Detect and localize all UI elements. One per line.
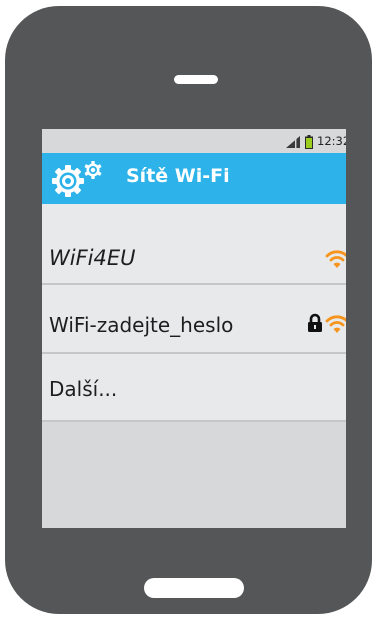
wifi-signal-icon (325, 315, 346, 333)
network-name: WiFi4EU (49, 246, 136, 270)
wifi-signal-icon (325, 250, 346, 268)
phone-frame: 12:32 (5, 6, 372, 614)
home-button[interactable] (144, 578, 244, 598)
speaker-grille (174, 75, 218, 84)
header-title: Sítě Wi-Fi (126, 165, 230, 187)
network-name: WiFi-zadejte_heslo (49, 313, 234, 337)
more-networks-item[interactable]: Další... (42, 354, 346, 422)
more-label: Další... (49, 377, 118, 401)
status-bar: 12:32 (42, 129, 346, 153)
signal-icon (286, 136, 300, 148)
gears-icon (52, 161, 102, 197)
app-header: Sítě Wi-Fi (42, 153, 346, 204)
lock-icon (308, 313, 322, 332)
network-item-wifi4eu[interactable]: WiFi4EU (42, 204, 346, 285)
status-time: 12:32 (317, 134, 346, 148)
phone-screen: 12:32 (42, 129, 346, 528)
network-item-zadejte-heslo[interactable]: WiFi-zadejte_heslo (42, 285, 346, 354)
battery-icon (305, 135, 313, 149)
